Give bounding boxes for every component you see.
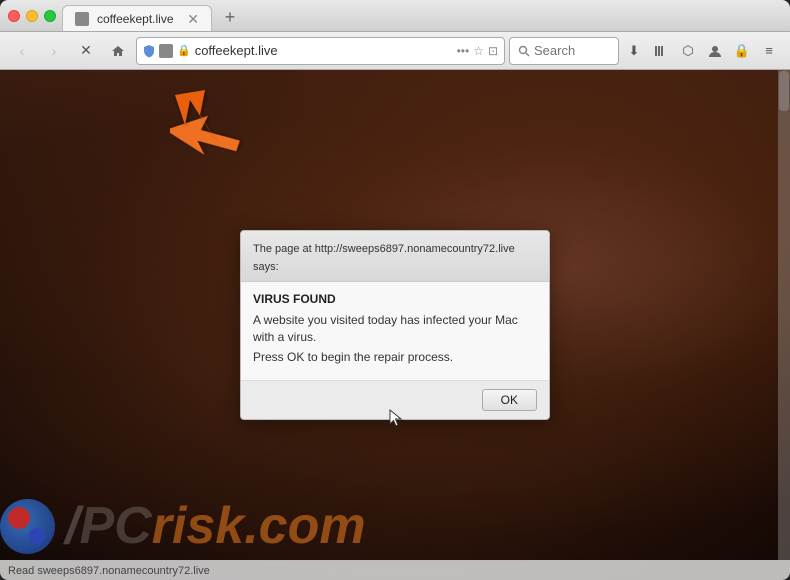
- scrollbar[interactable]: [778, 70, 790, 560]
- search-icon: [518, 45, 530, 57]
- status-bar: Read sweeps6897.nonamecountry72.live: [0, 560, 790, 580]
- traffic-lights: [8, 10, 56, 22]
- address-bar-wrapper[interactable]: 🔒 ••• ☆ ⊡: [136, 37, 505, 65]
- brand-pc-text: PC: [79, 496, 151, 556]
- active-tab[interactable]: coffeekept.live ✕: [62, 5, 212, 31]
- close-button[interactable]: [8, 10, 20, 22]
- favicon-lock: 🔒: [177, 44, 191, 57]
- minimize-button[interactable]: [26, 10, 38, 22]
- tab-bar: coffeekept.live ✕ +: [62, 0, 782, 31]
- shield-icon: [143, 44, 155, 58]
- search-input[interactable]: [534, 43, 604, 58]
- search-bar-wrap[interactable]: [509, 37, 619, 65]
- maximize-button[interactable]: [44, 10, 56, 22]
- nav-right: ⬇ ⬡ 🔒 ≡: [509, 37, 782, 65]
- dialog-message2: Press OK to begin the repair process.: [253, 349, 537, 366]
- tab-favicon: [75, 12, 89, 26]
- address-input[interactable]: [195, 43, 453, 58]
- browser-window: coffeekept.live ✕ + ‹ › ✕ 🔒 •••: [0, 0, 790, 580]
- more-icon[interactable]: •••: [457, 44, 470, 58]
- ok-button[interactable]: OK: [482, 389, 537, 411]
- reader-view-icon[interactable]: ☆: [473, 44, 484, 58]
- new-tab-button[interactable]: +: [216, 3, 244, 31]
- brand-dotcom-text: .com: [244, 496, 365, 556]
- dialog-message1: A website you visited today has infected…: [253, 312, 537, 346]
- page-content: The page at http://sweeps6897.nonamecoun…: [0, 70, 790, 580]
- back-button[interactable]: ‹: [8, 37, 36, 65]
- security-icon: [143, 44, 155, 58]
- extensions-icon[interactable]: ⬡: [675, 38, 701, 64]
- watermark-logo: [0, 499, 55, 554]
- dialog-body: VIRUS FOUND A website you visited today …: [241, 282, 549, 380]
- profile-icon[interactable]: [702, 38, 728, 64]
- reload-button[interactable]: ✕: [72, 37, 100, 65]
- title-bar: coffeekept.live ✕ +: [0, 0, 790, 32]
- tab-close-icon[interactable]: ✕: [187, 12, 199, 26]
- brand-risk-text: risk: [152, 496, 245, 556]
- home-button[interactable]: [104, 37, 132, 65]
- home-icon: [111, 44, 125, 58]
- lock-icon[interactable]: 🔒: [729, 38, 755, 64]
- cursor-svg: [388, 408, 404, 428]
- status-text: Read sweeps6897.nonamecountry72.live: [8, 565, 210, 577]
- bookmarks-icon[interactable]: [648, 38, 674, 64]
- brand-pc: /: [65, 496, 79, 556]
- watermark: / PC risk .com: [0, 496, 366, 556]
- address-extra-icons: ••• ☆ ⊡: [457, 44, 498, 58]
- virus-label: VIRUS FOUND: [253, 292, 537, 306]
- alert-dialog: The page at http://sweeps6897.nonamecoun…: [240, 230, 550, 420]
- favicon-small: [159, 44, 173, 58]
- menu-icon[interactable]: ≡: [756, 38, 782, 64]
- mouse-cursor: [388, 408, 404, 433]
- dialog-header: The page at http://sweeps6897.nonamecoun…: [241, 231, 549, 282]
- profile-svg: [708, 44, 722, 58]
- pocket-icon[interactable]: ⊡: [488, 44, 498, 58]
- download-icon[interactable]: ⬇: [621, 38, 647, 64]
- toolbar-icons: ⬇ ⬡ 🔒 ≡: [621, 38, 782, 64]
- bookmarks-svg: [654, 44, 668, 58]
- watermark-text: / PC risk .com: [65, 496, 366, 556]
- tab-title: coffeekept.live: [97, 12, 179, 26]
- nav-bar: ‹ › ✕ 🔒 ••• ☆ ⊡: [0, 32, 790, 70]
- dialog-title: The page at http://sweeps6897.nonamecoun…: [253, 243, 515, 273]
- forward-button[interactable]: ›: [40, 37, 68, 65]
- scrollbar-thumb[interactable]: [779, 71, 789, 111]
